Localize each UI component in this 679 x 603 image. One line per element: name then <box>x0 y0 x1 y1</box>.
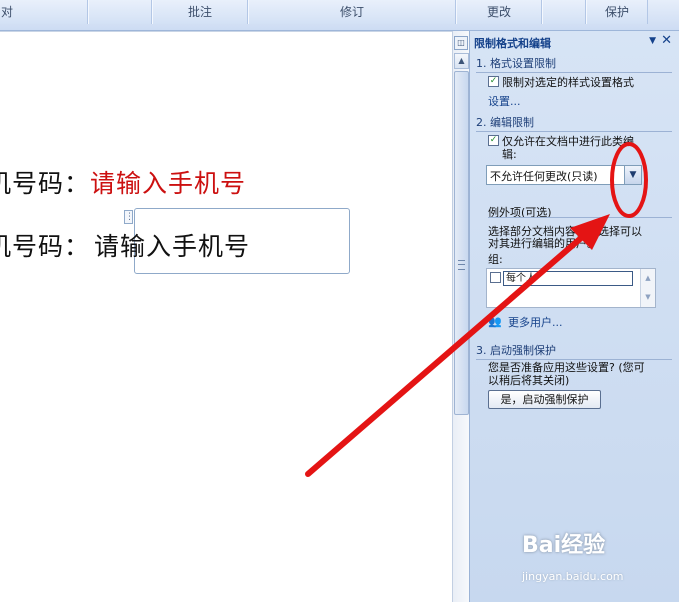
phone-placeholder-text[interactable]: 请输入手机号 <box>90 169 246 198</box>
ribbon: 对 批注 修订 更改 保护 <box>0 0 679 31</box>
list-item[interactable]: ✓ 每个人 <box>490 271 633 286</box>
phone-content-control-text[interactable]: 请输入手机号 <box>94 232 250 261</box>
ribbon-group-blank[interactable] <box>88 0 152 24</box>
content-control-handle[interactable]: ⋮ <box>124 210 134 224</box>
document-area[interactable] <box>0 31 452 603</box>
ribbon-group-label: 更改 <box>486 5 511 19</box>
section-heading-formatting: 1. 格式设置限制 <box>476 55 672 73</box>
pane-menu-icon[interactable]: ▼ <box>649 36 656 46</box>
document-line-1: 机号码：请输入手机号 <box>0 164 246 200</box>
section-heading-enforce: 3. 启动强制保护 <box>476 342 672 360</box>
users-icon: 👥 <box>488 315 502 328</box>
ribbon-group-tracking[interactable]: 修订 <box>248 0 456 24</box>
scroll-thumb[interactable] <box>454 71 469 415</box>
scroll-grip-icon <box>458 260 465 270</box>
editing-restriction-label-cont: 辑: <box>502 148 517 161</box>
groups-listbox[interactable]: ✓ 每个人 ▲ ▼ <box>486 268 656 308</box>
baidu-jingyan-watermark: Bai经验 <box>522 533 606 558</box>
scroll-up-button[interactable]: ▲ <box>454 53 469 69</box>
pane-options-icon[interactable]: ◫ <box>454 36 468 50</box>
pane-title: 限制格式和编辑 <box>474 37 551 50</box>
chevron-down-icon[interactable]: ▼ <box>624 165 642 185</box>
enforce-description-cont: 以稍后将其关闭) <box>488 374 570 387</box>
editing-restriction-label: 仅允许在文档中进行此类编 <box>502 135 634 148</box>
ribbon-group-compare[interactable] <box>542 0 586 24</box>
phone-label: 机号码： <box>0 169 91 198</box>
groups-label: 组: <box>488 253 503 266</box>
editing-restriction-checkbox[interactable]: ✓ <box>488 135 499 146</box>
document-vertical-scrollbar[interactable]: ▲ <box>452 31 470 602</box>
listbox-scrollbar[interactable]: ▲ ▼ <box>640 269 655 307</box>
ribbon-group-proofing[interactable]: 对 <box>0 0 88 24</box>
document-line-2: 机号码：请输入手机号 <box>0 227 250 263</box>
ribbon-group-label: 保护 <box>604 5 629 19</box>
phone-label: 机号码： <box>0 232 91 261</box>
watermark-url: jingyan.baidu.com <box>522 570 624 583</box>
formatting-restriction-label: 限制对选定的样式设置格式 <box>502 76 634 89</box>
ribbon-group-protect[interactable]: 保护 <box>586 0 648 24</box>
scroll-up-icon[interactable]: ▲ <box>641 269 655 288</box>
scroll-down-icon[interactable]: ▼ <box>641 288 655 307</box>
editing-type-dropdown[interactable]: 不允许任何更改(只读) ▼ <box>486 165 642 185</box>
start-enforcing-protection-button[interactable]: 是，启动强制保护 <box>488 390 601 409</box>
ribbon-group-label: 修订 <box>339 5 364 19</box>
settings-link[interactable]: 设置... <box>488 93 521 109</box>
close-icon[interactable]: ✕ <box>661 33 672 48</box>
group-everyone-label: 每个人 <box>503 271 633 286</box>
ribbon-group-changes[interactable]: 更改 <box>456 0 542 24</box>
exceptions-divider <box>488 217 672 218</box>
dropdown-value: 不允许任何更改(只读) <box>490 170 598 183</box>
restrict-formatting-pane: 限制格式和编辑 ▼ ✕ 1. 格式设置限制 ✓ 限制对选定的样式设置格式 设置.… <box>469 31 679 602</box>
formatting-restriction-checkbox[interactable]: ✓ <box>488 76 499 87</box>
group-everyone-checkbox[interactable]: ✓ <box>490 272 501 283</box>
ribbon-group-label: 批注 <box>187 5 212 19</box>
more-users-link[interactable]: 更多用户... <box>508 314 563 330</box>
ribbon-group-label: 对 <box>1 5 14 19</box>
exceptions-description-cont: 对其进行编辑的用户。 <box>488 237 598 250</box>
ribbon-group-comments[interactable]: 批注 <box>152 0 248 24</box>
section-heading-editing: 2. 编辑限制 <box>476 114 672 132</box>
